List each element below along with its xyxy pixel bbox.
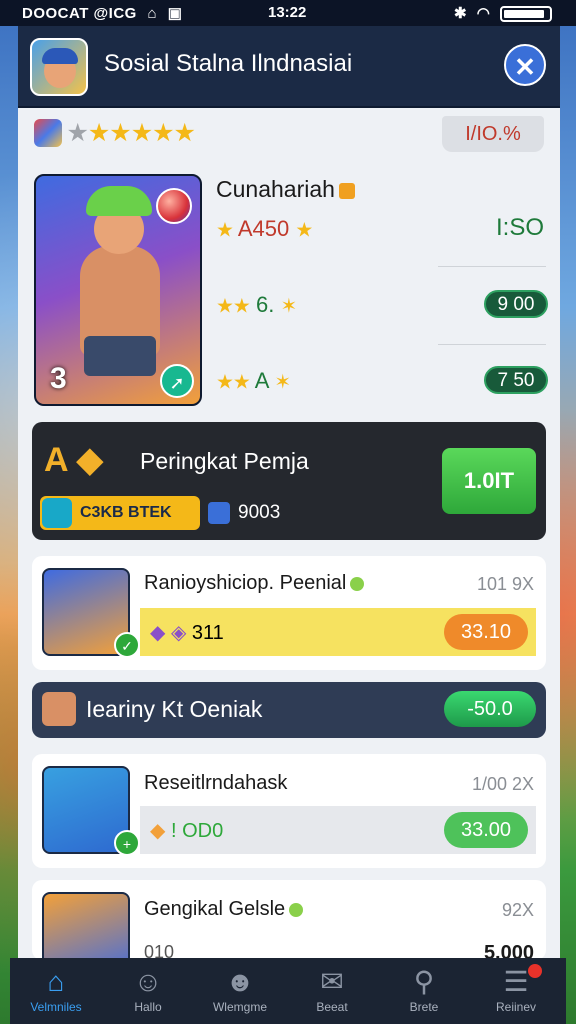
leaderboard-title: Iearinу Kt Oeniak xyxy=(86,696,263,722)
divider xyxy=(438,266,546,267)
star-icon: ★ xyxy=(216,219,234,242)
battery-icon xyxy=(500,6,552,23)
orb-icon xyxy=(156,188,192,224)
people-icon: ☺ xyxy=(133,966,163,997)
item-buy-button[interactable]: 33.10 xyxy=(444,614,528,650)
item-multiplier: 1/00 2X xyxy=(471,774,534,794)
star-icon: ✶ xyxy=(280,295,297,318)
rank-banner: A ◆ Peringkat Pemja C3KB BTEK 9003 1.0IT xyxy=(32,422,546,540)
message-icon: ▣ xyxy=(167,5,183,22)
hero-stat-3: ★★ A ✶ xyxy=(216,368,291,394)
item-multiplier: 92X xyxy=(501,900,534,920)
gem-icon: ◆ xyxy=(150,820,166,842)
nav-item-mail[interactable]: ✉ Beeat xyxy=(286,958,378,1024)
star-icon: ★★ xyxy=(216,371,251,394)
item-bar: ◆ ! OD0 33.00 xyxy=(140,806,536,854)
close-button[interactable]: ✕ xyxy=(504,44,546,86)
item-thumbnail xyxy=(42,892,130,960)
hero-price-3[interactable]: 7 50 xyxy=(484,366,548,394)
item-buy-button[interactable]: 33.00 xyxy=(444,812,528,848)
main-panel: ★★★★★★ I/IO.% 3 ➚ Cunahariah ★ A450 ★ I:… xyxy=(18,108,560,960)
nav-item-cat[interactable]: ☻ Wlemgme xyxy=(194,958,286,1024)
hero-price-2[interactable]: 9 00 xyxy=(484,290,548,318)
percent-chip: I/IO.% xyxy=(442,116,544,152)
status-time: 13:22 xyxy=(268,4,307,21)
hero-stat-1: ★ A450 ★ xyxy=(216,216,313,242)
item-bar: ◆ ◈ 311 33.10 xyxy=(140,608,536,656)
bottom-nav: ⌂ Velmniles ☺ Hallo ☻ Wlemgme ✉ Beeat ⚲ … xyxy=(10,958,566,1024)
nav-item-menu[interactable]: ☰ Reiinev xyxy=(470,958,562,1024)
item-bar-text: ◆ ◈ 311 xyxy=(150,622,224,644)
star-rating: ★★★★★★ xyxy=(66,119,195,147)
item-name: Ranioyshiciop. Peenial xyxy=(144,572,365,595)
search-icon: ⚲ xyxy=(413,966,435,997)
hero-card[interactable]: 3 ➚ xyxy=(34,174,202,406)
hero-stat-2: ★★ 6. ✶ xyxy=(216,292,297,318)
trophy-icon: A ◆ xyxy=(44,441,103,479)
cat-icon: ☻ xyxy=(225,966,255,997)
gem-icon: ◆ ◈ xyxy=(150,622,187,644)
leaderboard-button[interactable]: -50.0 xyxy=(444,691,536,727)
list-icon xyxy=(208,502,230,524)
star-icon: ★★ xyxy=(216,295,251,318)
app-header: Sosial Stalna Ilndnasiai ✕ xyxy=(18,26,560,108)
item-multiplier: 101 9X xyxy=(476,574,534,594)
list-item[interactable]: ✓ Ranioyshiciop. Peenial 101 9X ◆ ◈ 311 … xyxy=(32,556,546,670)
rank-cta-button[interactable]: 1.0IT xyxy=(442,448,536,514)
mail-icon: ✉ xyxy=(320,966,344,997)
status-bar: DOOCAT @ICG ⌂ ▣ 13:22 ✱ ◠ xyxy=(0,0,576,26)
home-icon: ⌂ xyxy=(147,5,158,22)
avatar[interactable] xyxy=(30,38,88,96)
check-icon: ✓ xyxy=(114,632,140,658)
avatar xyxy=(42,692,76,726)
rank-title: Peringkat Pemja xyxy=(140,448,309,474)
ticket-icon xyxy=(42,498,72,528)
notification-dot xyxy=(528,964,542,978)
hero-title: Cunahariah xyxy=(216,176,355,203)
item-bar-text: ◆ ! OD0 xyxy=(150,820,224,842)
rank-chip[interactable]: C3KB BTEK xyxy=(40,496,200,530)
star-icon: ✶ xyxy=(274,371,291,394)
list-item[interactable]: + Reseitlrndahask 1/00 2X ◆ ! OD0 33.00 xyxy=(32,754,546,868)
nav-item-people[interactable]: ☺ Hallo xyxy=(102,958,194,1024)
rank-count: 9003 xyxy=(208,502,280,524)
rating-row: ★★★★★★ xyxy=(34,118,196,152)
star-icon: ★ xyxy=(295,219,313,242)
nav-item-home[interactable]: ⌂ Velmniles xyxy=(10,958,102,1024)
page-title: Sosial Stalna Ilndnasiai xyxy=(104,50,353,77)
nav-item-search[interactable]: ⚲ Brete xyxy=(378,958,470,1024)
gem-icon xyxy=(34,119,62,147)
leaderboard-row[interactable]: Iearinу Kt Oeniak -50.0 xyxy=(32,682,546,738)
plus-icon: + xyxy=(114,830,140,856)
hero-price-1: I:SO xyxy=(495,214,544,241)
hero-level: 3 xyxy=(50,362,67,395)
item-name: Gengikal Gelsle xyxy=(144,898,304,921)
list-item[interactable]: Gengikal Gelsle 92X 010 5.000 xyxy=(32,880,546,960)
arrow-icon: ➚ xyxy=(169,373,185,393)
divider xyxy=(438,344,546,345)
home-icon: ⌂ xyxy=(47,966,65,997)
item-name: Reseitlrndahask xyxy=(144,772,288,794)
wifi-icon: ◠ xyxy=(476,5,490,22)
bluetooth-icon: ✱ xyxy=(453,5,467,22)
status-left-text: DOOCAT @ICG xyxy=(22,5,137,22)
badge-icon xyxy=(338,182,355,199)
arrow-button[interactable]: ➚ xyxy=(160,364,194,398)
close-icon: ✕ xyxy=(514,52,536,82)
